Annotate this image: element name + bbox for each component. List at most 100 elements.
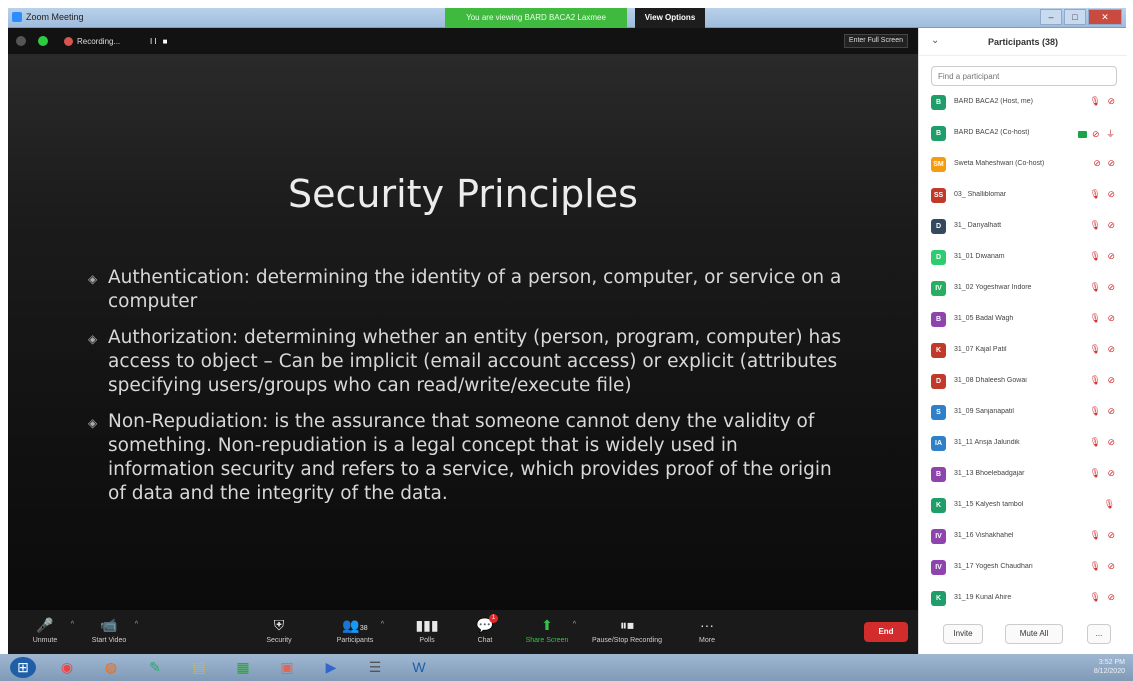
word-icon[interactable]: W: [406, 657, 432, 678]
mic-video-status-icon: 🎙 ⊘: [1089, 437, 1117, 447]
participant-status-icons: 🎙 ⊘: [1090, 406, 1117, 417]
mic-video-status-icon: 🎙 ⊘: [1089, 220, 1117, 230]
avatar: SM: [931, 157, 946, 172]
window-title: Zoom Meeting: [26, 12, 84, 22]
participant-row[interactable]: D 31_08 Dhaleesh Gowai 🎙 ⊘: [919, 367, 1127, 398]
app-icon[interactable]: ✎: [142, 657, 168, 678]
participant-row[interactable]: IV 31_16 Vishakhahel 🎙 ⊘: [919, 522, 1127, 553]
invite-button[interactable]: Invite: [943, 624, 983, 644]
participant-name: Sweta Maheshwari (Co-host): [954, 160, 1045, 167]
polls-icon: ▮▮▮: [415, 617, 439, 633]
chat-button[interactable]: 💬 1 Chat: [454, 614, 516, 652]
mic-video-status-icon: 🎙 ⊘: [1089, 561, 1117, 571]
slide-title: Security Principles: [288, 172, 638, 216]
chevron-up-icon[interactable]: ^: [573, 621, 576, 628]
pause-stop-recording-button[interactable]: ⏸⏹ Pause/Stop Recording: [586, 614, 668, 652]
participant-name: BARD BACA2 (Host, me): [954, 98, 1033, 105]
chevron-up-icon[interactable]: ^: [71, 621, 74, 628]
chevron-up-icon[interactable]: ^: [135, 621, 138, 628]
participant-row[interactable]: SM Sweta Maheshwari (Co-host) ⊘ ⊘: [919, 150, 1127, 181]
chat-label: Chat: [477, 637, 493, 644]
minimize-button[interactable]: –: [1040, 9, 1062, 25]
participants-panel: ⌄ Participants (38) B BARD BACA2 (Host, m…: [918, 28, 1127, 654]
chrome-icon[interactable]: ◉: [54, 657, 80, 678]
participant-name: 31_ Danyalhatt: [954, 222, 1002, 229]
info-icon[interactable]: [16, 36, 26, 46]
maximize-button[interactable]: □: [1064, 9, 1086, 25]
participant-row[interactable]: K 31_15 Kalyesh tambol 🎙: [919, 491, 1127, 522]
more-dots-icon: ···: [700, 617, 714, 633]
participant-name: 31_01 Diwanam: [954, 253, 1005, 260]
shield-icon: ⛨: [273, 617, 285, 633]
notepad-icon[interactable]: ☰: [362, 657, 388, 678]
participant-row[interactable]: D 31_ Danyalhatt 🎙 ⊘: [919, 212, 1127, 243]
meeting-top-bar: Recording... II ■ Enter Full Screen: [8, 28, 918, 54]
participant-status-icons: 🎙 ⊘: [1090, 375, 1117, 386]
participant-status-icons: 🎙 ⊘: [1090, 96, 1117, 107]
powerpoint-icon[interactable]: ▣: [274, 657, 300, 678]
more-label: More: [699, 637, 715, 644]
avatar: B: [931, 312, 946, 327]
avatar: K: [931, 343, 946, 358]
participant-row[interactable]: IV 31_02 Yogeshwar Indore 🎙 ⊘: [919, 274, 1127, 305]
participants-label: Participants: [336, 637, 374, 644]
participant-row[interactable]: IA 31_11 Ansja Jalundik 🎙 ⊘: [919, 429, 1127, 460]
participant-row[interactable]: S 31_09 Sanjanapatil 🎙 ⊘: [919, 398, 1127, 429]
participant-name: 31_19 Kunal Ahire: [954, 594, 1012, 601]
participant-name: 31_02 Yogeshwar Indore: [954, 284, 1032, 291]
unmute-button[interactable]: 🎤 Unmute ^: [14, 614, 76, 652]
share-screen-button[interactable]: ⬆ Share Screen ^: [516, 614, 578, 652]
participant-row[interactable]: IV 31_17 Yogesh Chaudhari 🎙 ⊘: [919, 553, 1127, 584]
meeting-controls-bar: 🎤 Unmute ^ 📹 Start Video ^ ⛨ Security 👥3…: [8, 610, 918, 654]
mic-video-status-icon: 🎙 ⊘: [1089, 406, 1117, 416]
meeting-view: Recording... II ■ Enter Full Screen Secu…: [8, 28, 918, 654]
mic-video-status-icon: 🎙 ⊘: [1089, 96, 1117, 106]
enter-fullscreen-button[interactable]: Enter Full Screen: [843, 34, 908, 48]
participant-row[interactable]: K 31_07 Kajal Patil 🎙 ⊘: [919, 336, 1127, 367]
participant-name: 31_17 Yogesh Chaudhari: [954, 563, 1033, 570]
file-explorer-icon[interactable]: ▤: [186, 657, 212, 678]
mic-video-status-icon: 🎙 ⊘: [1089, 344, 1117, 354]
media-player-icon[interactable]: ▶: [318, 657, 344, 678]
participant-row[interactable]: B BARD BACA2 (Co-host) ⊘ ⏚: [919, 119, 1127, 150]
avatar: B: [931, 126, 946, 141]
encryption-shield-icon[interactable]: [38, 36, 48, 46]
participant-name: 31_16 Vishakhahel: [954, 532, 1014, 539]
participant-row[interactable]: B BARD BACA2 (Host, me) 🎙 ⊘: [919, 88, 1127, 119]
mute-all-button[interactable]: Mute All: [1005, 624, 1063, 644]
participants-button[interactable]: 👥38 Participants ^: [324, 614, 386, 652]
participant-row[interactable]: B 31_13 Bhoelebadgajar 🎙 ⊘: [919, 460, 1127, 491]
mic-video-status-icon: 🎙: [1103, 499, 1117, 509]
bullet-item: ◈ Authentication: determining the identit…: [86, 266, 846, 314]
participant-row[interactable]: D 31_01 Diwanam 🎙 ⊘: [919, 243, 1127, 274]
security-button[interactable]: ⛨ Security: [248, 614, 310, 652]
participant-status-icons: 🎙: [1104, 499, 1117, 510]
zoom-app-icon: [12, 12, 22, 22]
participant-status-icons: 🎙 ⊘: [1090, 313, 1117, 324]
recording-indicator: Recording...: [64, 34, 120, 48]
start-video-button[interactable]: 📹 Start Video ^: [78, 614, 140, 652]
more-button[interactable]: ··· More: [676, 614, 738, 652]
more-options-button[interactable]: ...: [1087, 624, 1111, 644]
firefox-icon[interactable]: ◍: [98, 657, 124, 678]
polls-button[interactable]: ▮▮▮ Polls: [396, 614, 458, 652]
end-meeting-button[interactable]: End: [864, 622, 908, 642]
bullet-text: Authorization: determining whether an en…: [108, 327, 842, 396]
participant-search-input[interactable]: [931, 66, 1117, 86]
participant-row[interactable]: K 31_19 Kunal Ahire 🎙 ⊘: [919, 584, 1127, 615]
avatar: D: [931, 219, 946, 234]
view-options-button[interactable]: View Options: [635, 8, 705, 28]
recording-pause-stop-buttons[interactable]: II ■: [150, 37, 180, 47]
share-screen-label: Share Screen: [525, 637, 569, 644]
participant-row[interactable]: B 31_05 Badal Wagh 🎙 ⊘: [919, 305, 1127, 336]
start-button-icon[interactable]: ⊞: [10, 657, 36, 678]
mic-video-status-icon: 🎙 ⊘: [1089, 251, 1117, 261]
participant-status-icons: 🎙 ⊘: [1090, 282, 1117, 293]
chevron-up-icon[interactable]: ^: [381, 621, 384, 628]
close-button[interactable]: ✕: [1088, 9, 1122, 25]
participant-status-icons: 🎙 ⊘: [1090, 189, 1117, 200]
participant-row[interactable]: SS 03_ Shalliblomar 🎙 ⊘: [919, 181, 1127, 212]
mic-video-status-icon: 🎙 ⊘: [1089, 468, 1117, 478]
participants-icon: 👥38: [342, 617, 368, 633]
excel-icon[interactable]: ▦: [230, 657, 256, 678]
